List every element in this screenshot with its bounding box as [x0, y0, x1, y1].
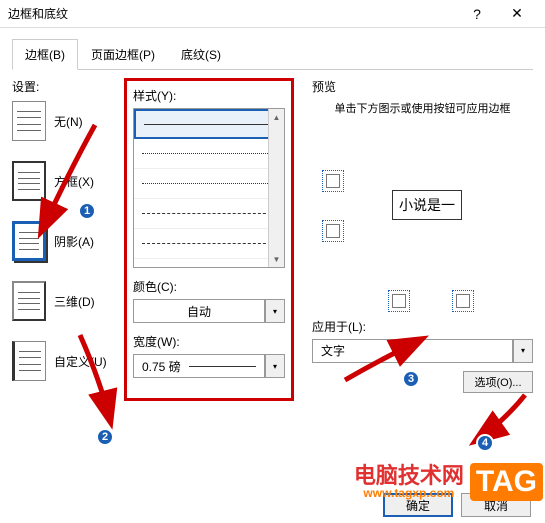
color-select[interactable]: 自动	[133, 299, 265, 323]
color-dropdown-button[interactable]: ▾	[265, 299, 285, 323]
border-bottom-toggle[interactable]	[322, 220, 344, 242]
cancel-button[interactable]: 取消	[461, 493, 531, 517]
border-left-toggle[interactable]	[388, 290, 410, 312]
setting-none[interactable]: 无(N)	[12, 101, 122, 141]
none-icon	[12, 101, 46, 141]
threeD-icon	[12, 281, 46, 321]
watermark-main: 电脑技术网	[354, 463, 464, 488]
apply-dropdown-button[interactable]: ▾	[513, 339, 533, 363]
preview-hint: 单击下方图示或使用按钮可应用边框	[312, 101, 533, 118]
settings-label: 设置:	[12, 78, 122, 95]
preview-label: 预览	[312, 78, 533, 95]
setting-label: 三维(D)	[54, 293, 95, 310]
setting-label: 无(N)	[54, 113, 83, 130]
options-button[interactable]: 选项(O)...	[463, 371, 533, 393]
style-listbox[interactable]: ▲ ▼	[133, 108, 285, 268]
options-text: 选项(O)...	[474, 374, 521, 390]
window-title: 边框和底纹	[8, 5, 68, 22]
watermark-extra: 下载站	[500, 469, 533, 485]
color-label: 颜色(C):	[133, 278, 285, 295]
box-icon	[12, 161, 46, 201]
shadow-icon	[12, 221, 46, 261]
help-button[interactable]: ?	[457, 0, 497, 28]
style-option-dotted[interactable]	[134, 139, 284, 169]
preview-text: 小说是一	[392, 190, 462, 220]
annotation-badge-2: 2	[96, 428, 114, 446]
scroll-down-icon[interactable]: ▼	[269, 251, 284, 267]
scroll-up-icon[interactable]: ▲	[269, 109, 284, 125]
close-button[interactable]: ✕	[497, 0, 537, 28]
width-value: 0.75 磅	[142, 358, 181, 375]
annotation-badge-1: 1	[78, 202, 96, 220]
width-dropdown-button[interactable]: ▾	[265, 354, 285, 378]
style-option-solid[interactable]	[134, 109, 284, 139]
apply-label: 应用于(L):	[312, 318, 533, 335]
border-top-toggle[interactable]	[322, 170, 344, 192]
setting-3d[interactable]: 三维(D)	[12, 281, 122, 321]
apply-select[interactable]: 文字	[312, 339, 513, 363]
setting-label: 阴影(A)	[54, 233, 94, 250]
style-option-dashed[interactable]	[134, 199, 284, 229]
width-label: 宽度(W):	[133, 333, 285, 350]
tab-border[interactable]: 边框(B)	[12, 39, 78, 70]
tab-page-border[interactable]: 页面边框(P)	[78, 39, 168, 70]
setting-shadow[interactable]: 阴影(A)	[12, 221, 122, 261]
style-label: 样式(Y):	[133, 87, 285, 104]
tab-shading[interactable]: 底纹(S)	[168, 39, 234, 70]
preview-area: 小说是一	[312, 130, 533, 310]
width-select[interactable]: 0.75 磅	[133, 354, 265, 378]
style-option-dash-long[interactable]	[134, 229, 284, 259]
style-option-dash-fine[interactable]	[134, 169, 284, 199]
setting-label: 自定义(U)	[54, 353, 107, 370]
border-right-toggle[interactable]	[452, 290, 474, 312]
style-scrollbar[interactable]: ▲ ▼	[268, 109, 284, 267]
ok-button[interactable]: 确定	[383, 493, 453, 517]
custom-icon	[12, 341, 46, 381]
annotation-badge-4: 4	[476, 434, 494, 452]
setting-label: 方框(X)	[54, 173, 94, 190]
setting-custom[interactable]: 自定义(U)	[12, 341, 122, 381]
annotation-badge-3: 3	[402, 370, 420, 388]
setting-box[interactable]: 方框(X)	[12, 161, 122, 201]
